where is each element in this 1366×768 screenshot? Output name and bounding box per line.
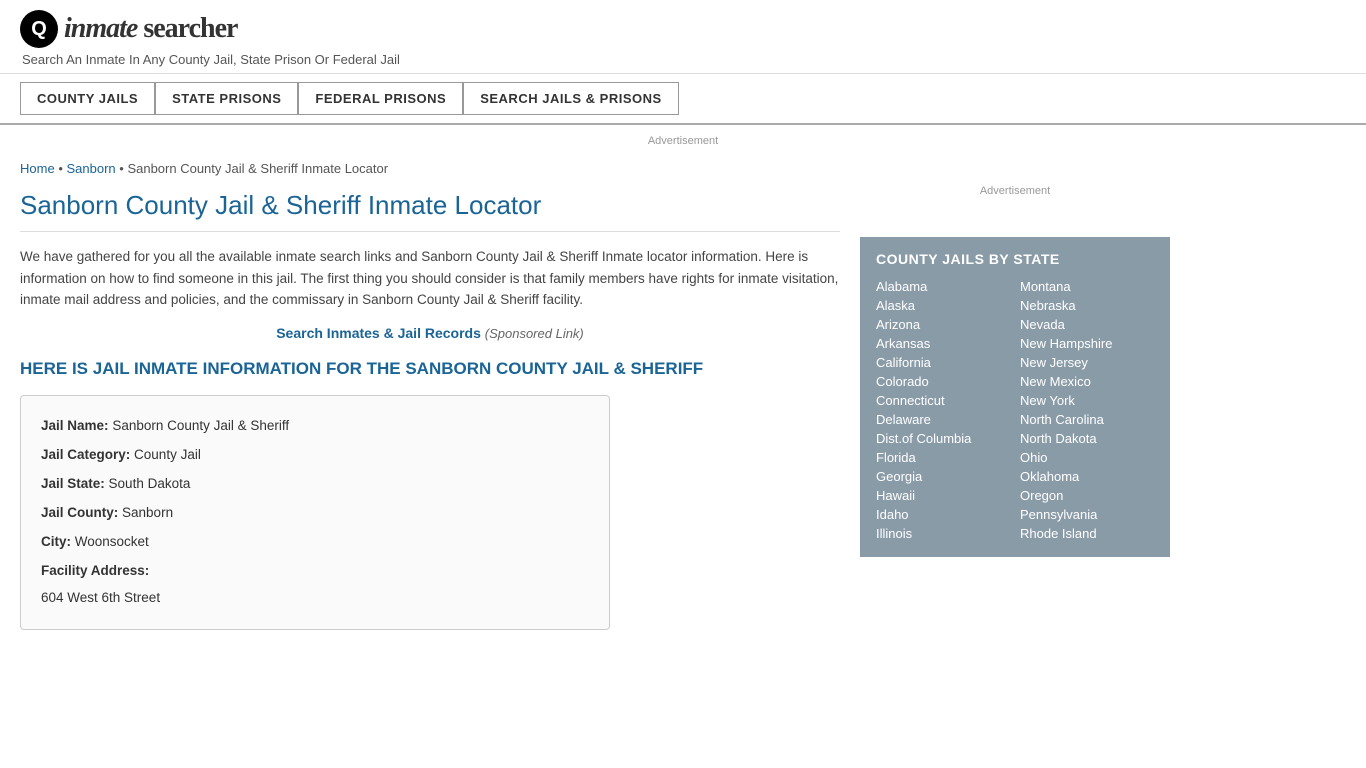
state-link-alaska[interactable]: Alaska [876, 296, 1010, 315]
state-link-colorado[interactable]: Colorado [876, 372, 1010, 391]
jail-county-value: Sanborn [122, 505, 173, 520]
logo-text: inmate searcher [64, 13, 237, 45]
state-link-illinois[interactable]: Illinois [876, 524, 1010, 543]
nav-search-jails[interactable]: SEARCH JAILS & PRISONS [463, 82, 678, 115]
logo-area: Q inmate searcher [20, 10, 1346, 48]
jail-state-label: Jail State: [41, 476, 105, 491]
state-link-idaho[interactable]: Idaho [876, 505, 1010, 524]
breadcrumb-home[interactable]: Home [20, 161, 55, 176]
jail-category-label: Jail Category: [41, 447, 130, 462]
nav: COUNTY JAILS STATE PRISONS FEDERAL PRISO… [0, 74, 1366, 125]
state-link-new-york[interactable]: New York [1020, 391, 1154, 410]
state-link-arkansas[interactable]: Arkansas [876, 334, 1010, 353]
info-box: Jail Name: Sanborn County Jail & Sheriff… [20, 395, 610, 630]
nav-state-prisons[interactable]: STATE PRISONS [155, 82, 298, 115]
jail-name-field: Jail Name: Sanborn County Jail & Sheriff [41, 412, 589, 439]
jail-county-label: Jail County: [41, 505, 118, 520]
state-link-pennsylvania[interactable]: Pennsylvania [1020, 505, 1154, 524]
state-link-arizona[interactable]: Arizona [876, 315, 1010, 334]
state-link-rhode-island[interactable]: Rhode Island [1020, 524, 1154, 543]
state-link-florida[interactable]: Florida [876, 448, 1010, 467]
state-link-north-dakota[interactable]: North Dakota [1020, 429, 1154, 448]
state-link-new-mexico[interactable]: New Mexico [1020, 372, 1154, 391]
ad-top-banner: Advertisement [0, 125, 1366, 151]
state-link-connecticut[interactable]: Connecticut [876, 391, 1010, 410]
state-link-oklahoma[interactable]: Oklahoma [1020, 467, 1154, 486]
content-area: Home • Sanborn • Sanborn County Jail & S… [20, 151, 840, 630]
logo-searcher-text: searcher [143, 13, 237, 44]
logo-inmate-text: inmate [64, 13, 137, 44]
state-list: Alabama Alaska Arizona Arkansas Californ… [876, 277, 1154, 543]
header: Q inmate searcher Search An Inmate In An… [0, 0, 1366, 74]
jail-category-field: Jail Category: County Jail [41, 441, 589, 468]
jail-state-value: South Dakota [109, 476, 191, 491]
state-link-north-carolina[interactable]: North Carolina [1020, 410, 1154, 429]
section-header: HERE IS JAIL INMATE INFORMATION FOR THE … [20, 359, 840, 379]
logo-tagline: Search An Inmate In Any County Jail, Sta… [22, 52, 1346, 67]
jail-name-label: Jail Name: [41, 418, 109, 433]
state-link-georgia[interactable]: Georgia [876, 467, 1010, 486]
sponsored-link-area: Search Inmates & Jail Records (Sponsored… [20, 325, 840, 341]
sidebar-ad-banner: Advertisement [860, 161, 1170, 221]
state-col1: Alabama Alaska Arizona Arkansas Californ… [876, 277, 1010, 543]
facility-address-label: Facility Address: [41, 563, 149, 578]
state-link-new-jersey[interactable]: New Jersey [1020, 353, 1154, 372]
city-value: Woonsocket [75, 534, 149, 549]
state-link-delaware[interactable]: Delaware [876, 410, 1010, 429]
description-text: We have gathered for you all the availab… [20, 246, 840, 311]
city-label: City: [41, 534, 71, 549]
logo-icon: Q [20, 10, 58, 48]
nav-federal-prisons[interactable]: FEDERAL PRISONS [298, 82, 463, 115]
state-link-oregon[interactable]: Oregon [1020, 486, 1154, 505]
county-jails-title: COUNTY JAILS BY STATE [876, 251, 1154, 267]
state-link-california[interactable]: California [876, 353, 1010, 372]
sponsored-label-text: (Sponsored Link) [485, 326, 584, 341]
page-title: Sanborn County Jail & Sheriff Inmate Loc… [20, 190, 840, 232]
city-field: City: Woonsocket [41, 528, 589, 555]
sidebar: Advertisement COUNTY JAILS BY STATE Alab… [860, 151, 1170, 630]
state-link-nevada[interactable]: Nevada [1020, 315, 1154, 334]
jail-county-field: Jail County: Sanborn [41, 499, 589, 526]
state-link-ohio[interactable]: Ohio [1020, 448, 1154, 467]
nav-county-jails[interactable]: COUNTY JAILS [20, 82, 155, 115]
facility-address-field: Facility Address: 604 West 6th Street [41, 557, 589, 611]
state-link-montana[interactable]: Montana [1020, 277, 1154, 296]
sponsored-link-anchor[interactable]: Search Inmates & Jail Records [276, 325, 481, 341]
state-link-nebraska[interactable]: Nebraska [1020, 296, 1154, 315]
state-link-dc[interactable]: Dist.of Columbia [876, 429, 1010, 448]
breadcrumb: Home • Sanborn • Sanborn County Jail & S… [20, 161, 840, 176]
state-link-new-hampshire[interactable]: New Hampshire [1020, 334, 1154, 353]
state-link-hawaii[interactable]: Hawaii [876, 486, 1010, 505]
state-col2: Montana Nebraska Nevada New Hampshire Ne… [1020, 277, 1154, 543]
state-link-alabama[interactable]: Alabama [876, 277, 1010, 296]
jail-state-field: Jail State: South Dakota [41, 470, 589, 497]
county-jails-box: COUNTY JAILS BY STATE Alabama Alaska Ari… [860, 237, 1170, 557]
main-layout: Home • Sanborn • Sanborn County Jail & S… [0, 151, 1366, 630]
breadcrumb-sanborn[interactable]: Sanborn [66, 161, 115, 176]
jail-category-value: County Jail [134, 447, 201, 462]
jail-name-val: Sanborn County Jail & Sheriff [112, 418, 289, 433]
breadcrumb-current: Sanborn County Jail & Sheriff Inmate Loc… [127, 161, 388, 176]
facility-address-value: 604 West 6th Street [41, 590, 160, 605]
